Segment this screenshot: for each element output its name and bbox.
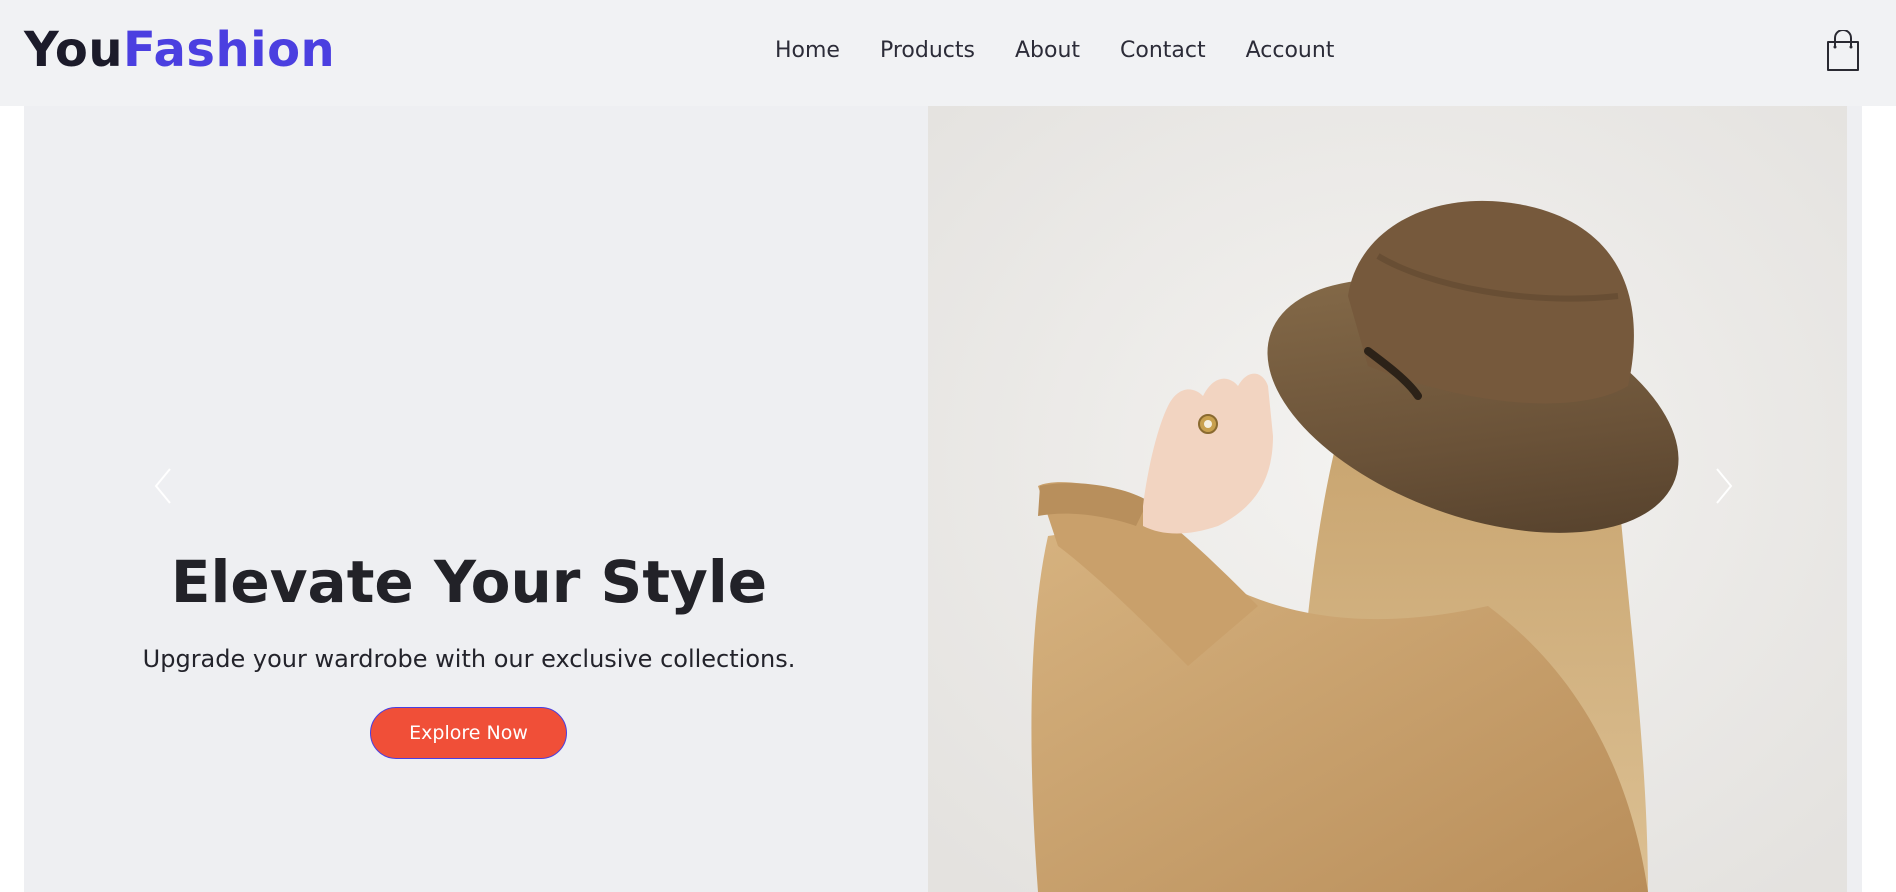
nav-item-products[interactable]: Products [880,34,975,68]
hero-headline: Elevate Your Style [170,548,768,616]
nav-item-contact[interactable]: Contact [1120,34,1206,68]
shopping-bag-icon[interactable] [1826,29,1860,72]
brand-logo[interactable]: YouFashion [24,20,335,80]
nav-item-about[interactable]: About [1015,34,1080,68]
hero-subtext: Upgrade your wardrobe with our exclusive… [142,645,796,673]
brand-logo-part-2: Fashion [123,22,336,78]
explore-now-button[interactable]: Explore Now [370,707,567,759]
navbar: YouFashion Home Products About Contact A… [0,0,1896,106]
nav-item-account[interactable]: Account [1246,34,1335,68]
chevron-right-icon[interactable] [1709,461,1739,511]
nav-item-home[interactable]: Home [775,34,840,68]
main-nav: Home Products About Contact Account [775,34,1334,68]
brand-logo-part-1: You [24,22,123,78]
hero-carousel: Elevate Your Style Upgrade your wardrobe… [24,106,1862,892]
chevron-left-icon[interactable] [148,461,178,511]
